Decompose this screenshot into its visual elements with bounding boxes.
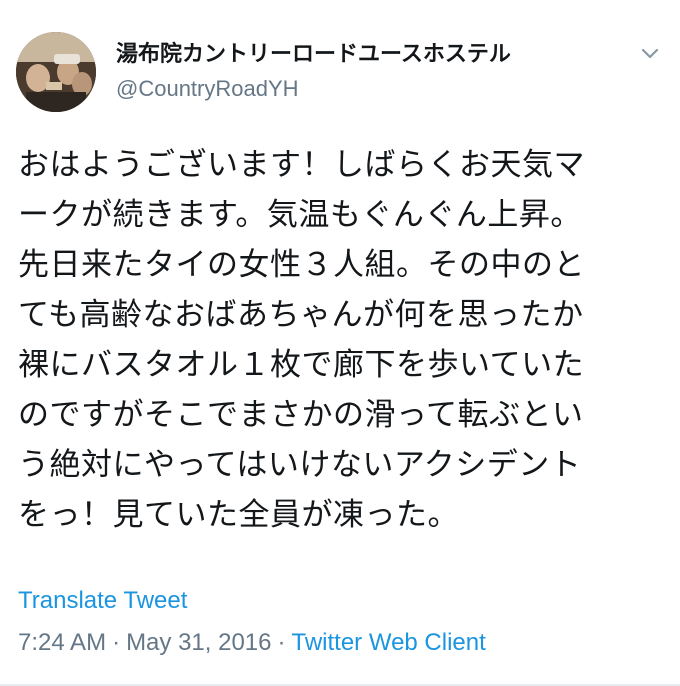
tweet-text: おはようございます！しばらくお天気マ ークが続きます。気温もぐんぐん上昇。 先日… (18, 147, 585, 533)
meta-separator: · (112, 629, 121, 656)
tweet-card: 湯布院カントリーロードユースホステル @CountryRoadYH おはようござ… (0, 0, 680, 686)
tweet-client-link[interactable]: Twitter Web Client (292, 629, 486, 656)
tweet-metadata: 7:24 AM · May 31, 2016 · Twitter Web Client (18, 628, 486, 658)
avatar[interactable] (16, 32, 96, 112)
avatar-photo (16, 32, 96, 112)
meta-separator: · (277, 629, 286, 656)
chevron-down-icon[interactable] (638, 44, 662, 64)
tweet-date[interactable]: May 31, 2016 (126, 629, 271, 656)
tweet-time[interactable]: 7:24 AM (18, 629, 106, 656)
user-handle[interactable]: @CountryRoadYH (116, 74, 620, 104)
tweet-header: 湯布院カントリーロードユースホステル @CountryRoadYH (116, 40, 620, 104)
translate-tweet-link[interactable]: Translate Tweet (18, 586, 187, 616)
display-name[interactable]: 湯布院カントリーロードユースホステル (116, 40, 620, 70)
